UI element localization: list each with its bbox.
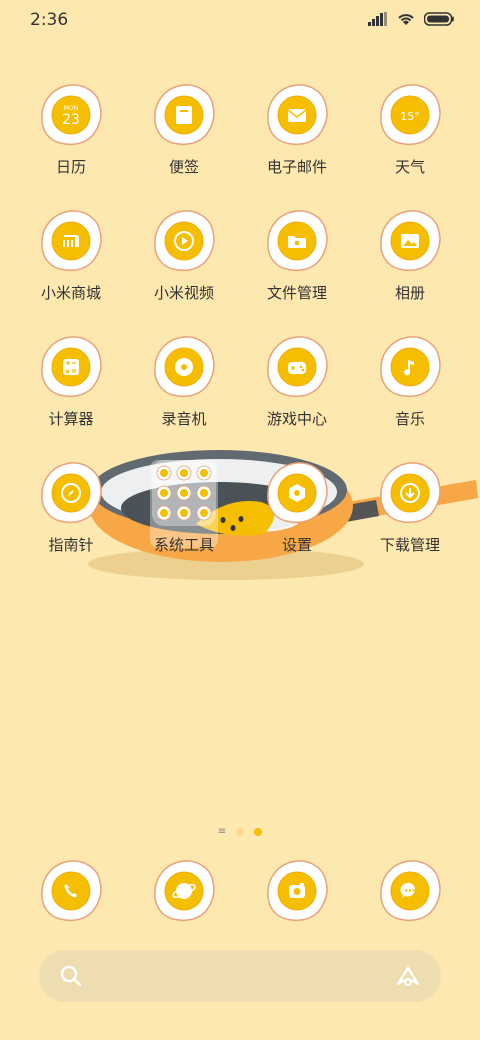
- app-label: 下载管理: [379, 536, 440, 554]
- video-icon: [151, 208, 217, 274]
- svg-text:23: 23: [62, 112, 80, 128]
- app-gallery[interactable]: 相册: [355, 208, 465, 303]
- svg-text:15°: 15°: [400, 110, 420, 123]
- calendar-icon: MON 23: [38, 82, 104, 148]
- notes-icon: [151, 82, 217, 148]
- app-email[interactable]: 电子邮件: [242, 82, 352, 177]
- app-label: 指南针: [48, 536, 94, 554]
- app-compass[interactable]: 指南针: [16, 460, 126, 555]
- dock-messages[interactable]: [355, 858, 465, 924]
- signal-icon: [368, 12, 387, 26]
- app-label: 小米视频: [153, 284, 214, 302]
- app-label: 文件管理: [266, 284, 327, 302]
- app-label: 录音机: [161, 410, 207, 428]
- svg-text:MON: MON: [64, 105, 78, 112]
- app-calendar[interactable]: MON 23 日历: [16, 82, 126, 177]
- search-bar[interactable]: [39, 950, 441, 1002]
- page-list-icon[interactable]: ≡: [218, 827, 226, 837]
- status-bar: 2:36: [0, 0, 480, 40]
- app-music[interactable]: 音乐: [355, 334, 465, 429]
- email-icon: [264, 82, 330, 148]
- app-label: 天气: [394, 158, 425, 176]
- app-file-manager[interactable]: 文件管理: [242, 208, 352, 303]
- browser-icon: [151, 858, 217, 924]
- gallery-icon: [377, 208, 443, 274]
- messages-icon: [377, 858, 443, 924]
- compass-icon: [38, 460, 104, 526]
- status-time: 2:36: [30, 10, 69, 30]
- app-label: 日历: [55, 158, 86, 176]
- folder-icon: [151, 460, 217, 526]
- app-notes[interactable]: 便签: [129, 82, 239, 177]
- camera-icon: [264, 858, 330, 924]
- phone-icon: [38, 858, 104, 924]
- app-download[interactable]: 下载管理: [355, 460, 465, 555]
- app-mi-store[interactable]: 小米商城: [16, 208, 126, 303]
- app-folder[interactable]: 系统工具: [129, 460, 239, 555]
- app-game-center[interactable]: 游戏中心: [242, 334, 352, 429]
- page-indicator: ≡: [0, 827, 480, 837]
- wifi-icon: [398, 14, 414, 25]
- app-settings[interactable]: 设置: [242, 460, 352, 555]
- page-dot-1[interactable]: [236, 828, 245, 836]
- assistant-icon[interactable]: [395, 964, 421, 988]
- app-weather[interactable]: 15° 天气: [355, 82, 465, 177]
- dock-browser[interactable]: [129, 858, 239, 924]
- status-icons: [368, 12, 454, 26]
- page-dot-2[interactable]: [254, 828, 263, 836]
- battery-icon: [424, 12, 454, 26]
- app-video[interactable]: 小米视频: [129, 208, 239, 303]
- weather-icon: 15°: [377, 82, 443, 148]
- app-label: 音乐: [394, 410, 425, 428]
- app-label: 电子邮件: [266, 158, 327, 176]
- app-recorder[interactable]: 录音机: [129, 334, 239, 429]
- music-icon: [377, 334, 443, 400]
- app-label: 计算器: [48, 410, 94, 428]
- app-label: 设置: [281, 536, 312, 554]
- app-label: 便签: [168, 158, 199, 176]
- recorder-icon: [151, 334, 217, 400]
- file-manager-icon: [264, 208, 330, 274]
- app-label: 相册: [394, 284, 425, 302]
- app-label: 小米商城: [40, 284, 101, 302]
- game-center-icon: [264, 334, 330, 400]
- app-label: 系统工具: [153, 536, 214, 554]
- mi-store-icon: [38, 208, 104, 274]
- dock-phone[interactable]: [16, 858, 126, 924]
- search-icon: [60, 965, 82, 987]
- dock-camera[interactable]: [242, 858, 352, 924]
- download-icon: [377, 460, 443, 526]
- app-label: 游戏中心: [266, 410, 327, 428]
- calculator-icon: [38, 334, 104, 400]
- app-calculator[interactable]: 计算器: [16, 334, 126, 429]
- settings-icon: [264, 460, 330, 526]
